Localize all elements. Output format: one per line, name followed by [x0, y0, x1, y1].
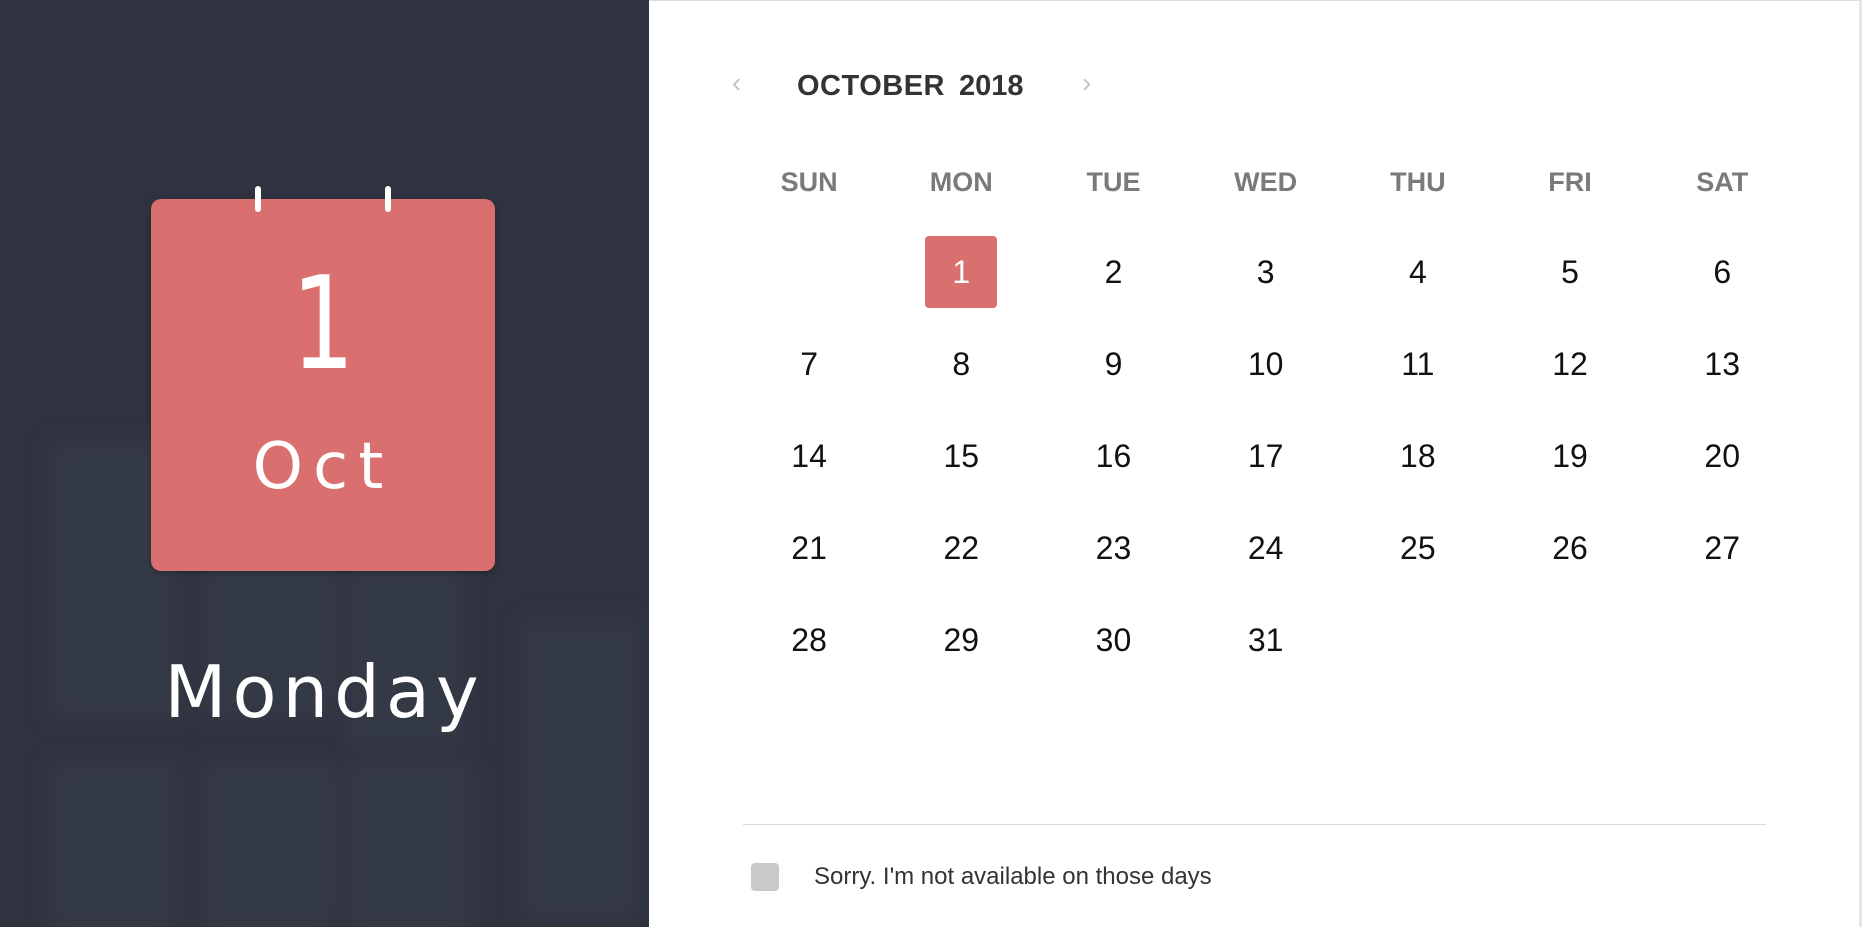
day-cell: 25 [1342, 502, 1494, 594]
day-cell: 23 [1037, 502, 1189, 594]
day-cell: 2 [1037, 226, 1189, 318]
day-cell [733, 226, 885, 318]
day-cell: 24 [1190, 502, 1342, 594]
day-button[interactable]: 10 [1230, 328, 1302, 400]
selected-date-card: 1 Oct [151, 186, 495, 571]
chevron-left-icon[interactable]: ‹ [732, 69, 741, 97]
day-cell: 30 [1037, 594, 1189, 686]
day-cell: 22 [885, 502, 1037, 594]
day-cell: 12 [1494, 318, 1646, 410]
weekday-header: TUE [1086, 167, 1141, 197]
weekday-header: SUN [780, 167, 838, 197]
weekday-header: THU [1390, 167, 1446, 197]
day-button[interactable]: 19 [1534, 420, 1606, 492]
day-cell: 27 [1646, 502, 1798, 594]
day-button[interactable]: 18 [1382, 420, 1454, 492]
day-button[interactable]: 25 [1382, 512, 1454, 584]
day-cell: 17 [1190, 410, 1342, 502]
day-cell: 8 [885, 318, 1037, 410]
day-button[interactable]: 13 [1686, 328, 1758, 400]
day-cell: 26 [1494, 502, 1646, 594]
day-cell: 10 [1190, 318, 1342, 410]
date-summary-panel: 1 Oct Monday [0, 0, 649, 927]
day-button[interactable]: 30 [1077, 604, 1149, 676]
unavailable-checkbox[interactable] [751, 863, 779, 891]
day-button[interactable]: 27 [1686, 512, 1758, 584]
day-button[interactable]: 3 [1230, 236, 1302, 308]
day-button[interactable]: 28 [773, 604, 845, 676]
background-blur [50, 760, 180, 927]
day-button[interactable]: 9 [1077, 328, 1149, 400]
day-button[interactable]: 15 [925, 420, 997, 492]
day-button[interactable]: 23 [1077, 512, 1149, 584]
month-label: OCTOBER [797, 70, 945, 102]
day-button[interactable]: 7 [773, 328, 845, 400]
day-cell: 4 [1342, 226, 1494, 318]
chevron-right-icon[interactable]: › [1082, 69, 1091, 97]
day-button[interactable]: 21 [773, 512, 845, 584]
day-cell: 7 [733, 318, 885, 410]
day-cell: 14 [733, 410, 885, 502]
weekday-header: MON [929, 167, 993, 197]
day-button[interactable]: 17 [1230, 420, 1302, 492]
day-button[interactable]: 26 [1534, 512, 1606, 584]
selected-day-button[interactable]: 1 [925, 236, 998, 308]
days-grid: 1 2 3 4 5 6 7 8 9 10 11 12 13 14 15 16 17 18 19 20 21 22 23 24 2… [733, 226, 1799, 686]
day-cell: 18 [1342, 410, 1494, 502]
day-button[interactable]: 31 [1230, 604, 1302, 676]
day-cell: 15 [885, 410, 1037, 502]
day-button[interactable]: 29 [925, 604, 997, 676]
day-cell: 16 [1037, 410, 1189, 502]
day-button[interactable]: 2 [1077, 236, 1149, 308]
day-cell: 1 [885, 226, 1037, 318]
day-cell: 28 [733, 594, 885, 686]
day-cell: 9 [1037, 318, 1189, 410]
day-button[interactable]: 16 [1077, 420, 1149, 492]
day-button[interactable]: 5 [1534, 236, 1606, 308]
day-button[interactable]: 4 [1382, 236, 1454, 308]
weekday-header: WED [1234, 167, 1298, 197]
day-cell: 6 [1646, 226, 1798, 318]
unavailable-label: Sorry. I'm not available on those days [814, 863, 1212, 890]
calendar-ring-icon [385, 186, 391, 212]
selected-weekday: Monday [164, 650, 485, 734]
day-cell: 31 [1190, 594, 1342, 686]
calendar-panel: ‹ OCTOBER 2018 › SUN MON TUE WED THU FRI SAT 1… [649, 0, 1862, 927]
calendar-ring-icon [255, 186, 261, 212]
day-cell: 3 [1190, 226, 1342, 318]
day-cell: 11 [1342, 318, 1494, 410]
day-cell: 29 [885, 594, 1037, 686]
day-button[interactable]: 8 [925, 328, 997, 400]
day-button[interactable]: 14 [773, 420, 845, 492]
calendar-app: 1 Oct Monday ‹ OCTOBER 2018 › SUN MON TUE W… [0, 0, 1862, 927]
selected-month: Oct [252, 430, 394, 504]
background-blur [200, 760, 340, 927]
selected-day-number: 1 [291, 250, 355, 399]
day-button[interactable]: 11 [1382, 328, 1454, 400]
day-button[interactable]: 6 [1686, 236, 1758, 308]
day-cell: 5 [1494, 226, 1646, 318]
day-cell: 19 [1494, 410, 1646, 502]
year-label: 2018 [959, 70, 1024, 102]
weekday-header: SAT [1696, 167, 1749, 197]
day-button[interactable]: 24 [1230, 512, 1302, 584]
weekday-header: FRI [1548, 167, 1592, 197]
day-cell: 13 [1646, 318, 1798, 410]
day-button[interactable]: 22 [925, 512, 997, 584]
day-cell: 20 [1646, 410, 1798, 502]
background-blur [345, 760, 475, 927]
weekday-header-row: SUN MON TUE WED THU FRI SAT [733, 169, 1799, 196]
day-cell: 21 [733, 502, 885, 594]
day-button[interactable]: 20 [1686, 420, 1758, 492]
day-button[interactable]: 12 [1534, 328, 1606, 400]
divider [743, 824, 1766, 825]
